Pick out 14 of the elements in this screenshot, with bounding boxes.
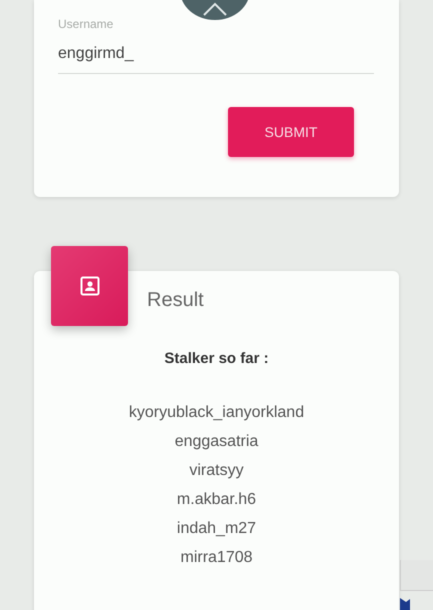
contact-icon (80, 276, 100, 296)
username-entry: viratsyy (189, 461, 244, 481)
username-entry: m.akbar.h6 (176, 490, 256, 510)
chevron-up-icon (202, 2, 228, 16)
field-label: Username (58, 17, 114, 31)
username-entry: mirra1708 (180, 548, 253, 568)
stalker-heading: Stalker so far : (163, 350, 270, 367)
username-entry: indah_m27 (176, 519, 256, 539)
username-entry: enggasatria (174, 432, 258, 452)
username-entry: kyoryublack_ianyorkland (128, 403, 304, 423)
overlay-panel (400, 560, 433, 591)
submit-button[interactable]: SUBMIT (228, 107, 354, 157)
result-title: Result (147, 289, 205, 312)
username-field[interactable]: enggirmd_ (58, 31, 374, 74)
